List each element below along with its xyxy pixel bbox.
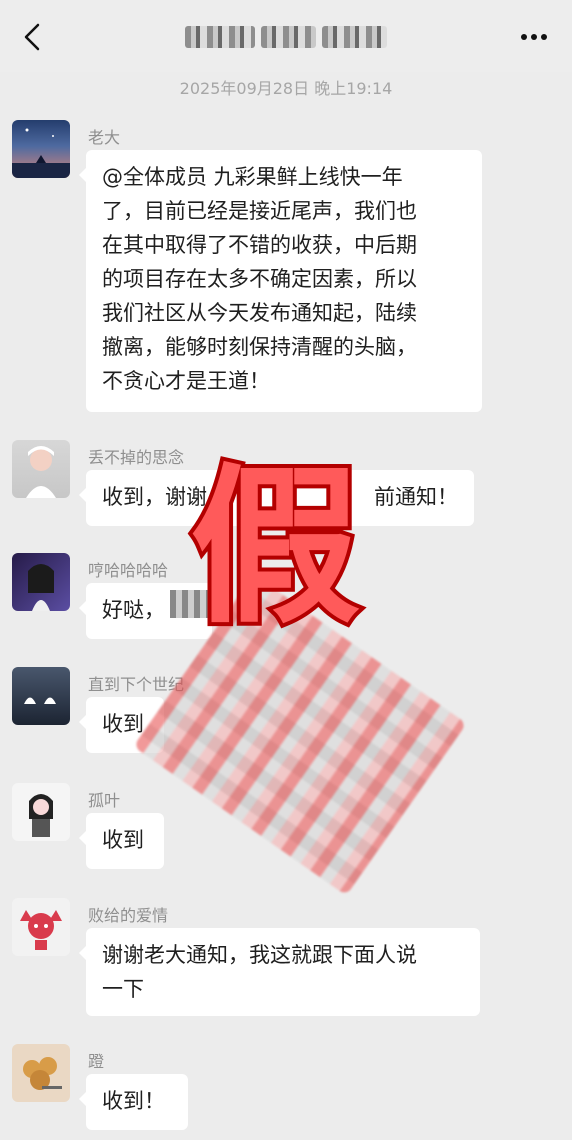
message-timestamp: 2025年09月28日 晚上19:14	[179, 79, 393, 98]
message-line: 撤离，能够时刻保持清醒的头脑，	[102, 335, 417, 359]
message-text: 好哒，	[102, 598, 165, 622]
avatar[interactable]	[12, 898, 70, 956]
message-text: 收到！	[102, 1089, 165, 1113]
redacted-title-part	[322, 26, 387, 48]
message-line: 一下	[102, 977, 144, 1001]
message-line: 的项目存在太多不确定因素，所以	[102, 267, 417, 291]
avatar[interactable]	[12, 120, 70, 178]
more-horizontal-icon	[521, 34, 547, 40]
message-line: @全体成员 九彩果鲜上线快一年	[102, 165, 403, 189]
message-text-visible-right: 前通知！	[374, 485, 458, 509]
cartoon-fox-avatar-icon	[20, 910, 62, 950]
sender-name: 丢不掉的思念	[88, 448, 185, 467]
message-text: 收到	[102, 712, 144, 736]
sender-name: 败给的爱情	[88, 906, 169, 925]
more-button[interactable]	[518, 22, 550, 52]
girl-illustration-avatar-icon	[29, 794, 53, 837]
avatar[interactable]	[12, 553, 70, 611]
chat-title-redacted[interactable]	[185, 22, 425, 52]
person-photo-avatar-icon	[26, 446, 56, 498]
portrait-avatar-icon	[28, 564, 54, 611]
sender-name: 孤叶	[88, 791, 121, 810]
swans-avatar-icon	[24, 697, 56, 704]
message-text-visible-left: 收到，谢谢	[102, 485, 207, 509]
night-sky-avatar-icon	[12, 128, 70, 178]
message-bubble[interactable]: 收到！	[79, 1074, 188, 1130]
sender-name: 蹬	[88, 1052, 105, 1071]
message-bubble[interactable]: 收到	[79, 813, 164, 869]
sender-name: 哼哈哈哈哈	[88, 561, 169, 580]
message-bubble[interactable]: @全体成员 九彩果鲜上线快一年 了，目前已经是接近尾声，我们也 在其中取得了不错…	[79, 150, 482, 412]
back-button[interactable]	[18, 22, 48, 52]
message-bubble[interactable]: 谢谢老大通知，我这就跟下面人说 一下	[79, 928, 480, 1016]
message-bubble[interactable]: 收到	[79, 697, 164, 753]
avatar[interactable]	[12, 667, 70, 725]
top-bar	[0, 0, 572, 72]
message-line: 在其中取得了不错的收获，中后期	[102, 233, 417, 257]
chevron-left-icon	[24, 23, 40, 51]
message-line: 不贪心才是王道！	[102, 369, 270, 393]
sender-name: 老大	[88, 128, 121, 147]
avatar[interactable]	[12, 1044, 70, 1102]
message-bubble[interactable]: 好哒，	[79, 583, 212, 639]
message-text: 收到	[102, 828, 144, 852]
message-line: 了，目前已经是接近尾声，我们也	[102, 199, 417, 223]
message-line: 谢谢老大通知，我这就跟下面人说	[102, 943, 417, 967]
sender-name: 直到下个世纪	[88, 675, 185, 694]
redacted-title-part	[185, 26, 255, 48]
message-line: 我们社区从今天发布通知起，陆续	[102, 301, 417, 325]
food-avatar-icon	[23, 1057, 62, 1090]
avatar[interactable]	[12, 783, 70, 841]
avatar[interactable]	[12, 440, 70, 498]
message-bubble[interactable]: 收到，谢谢 前通知！	[79, 470, 474, 526]
redacted-title-part	[261, 26, 316, 48]
